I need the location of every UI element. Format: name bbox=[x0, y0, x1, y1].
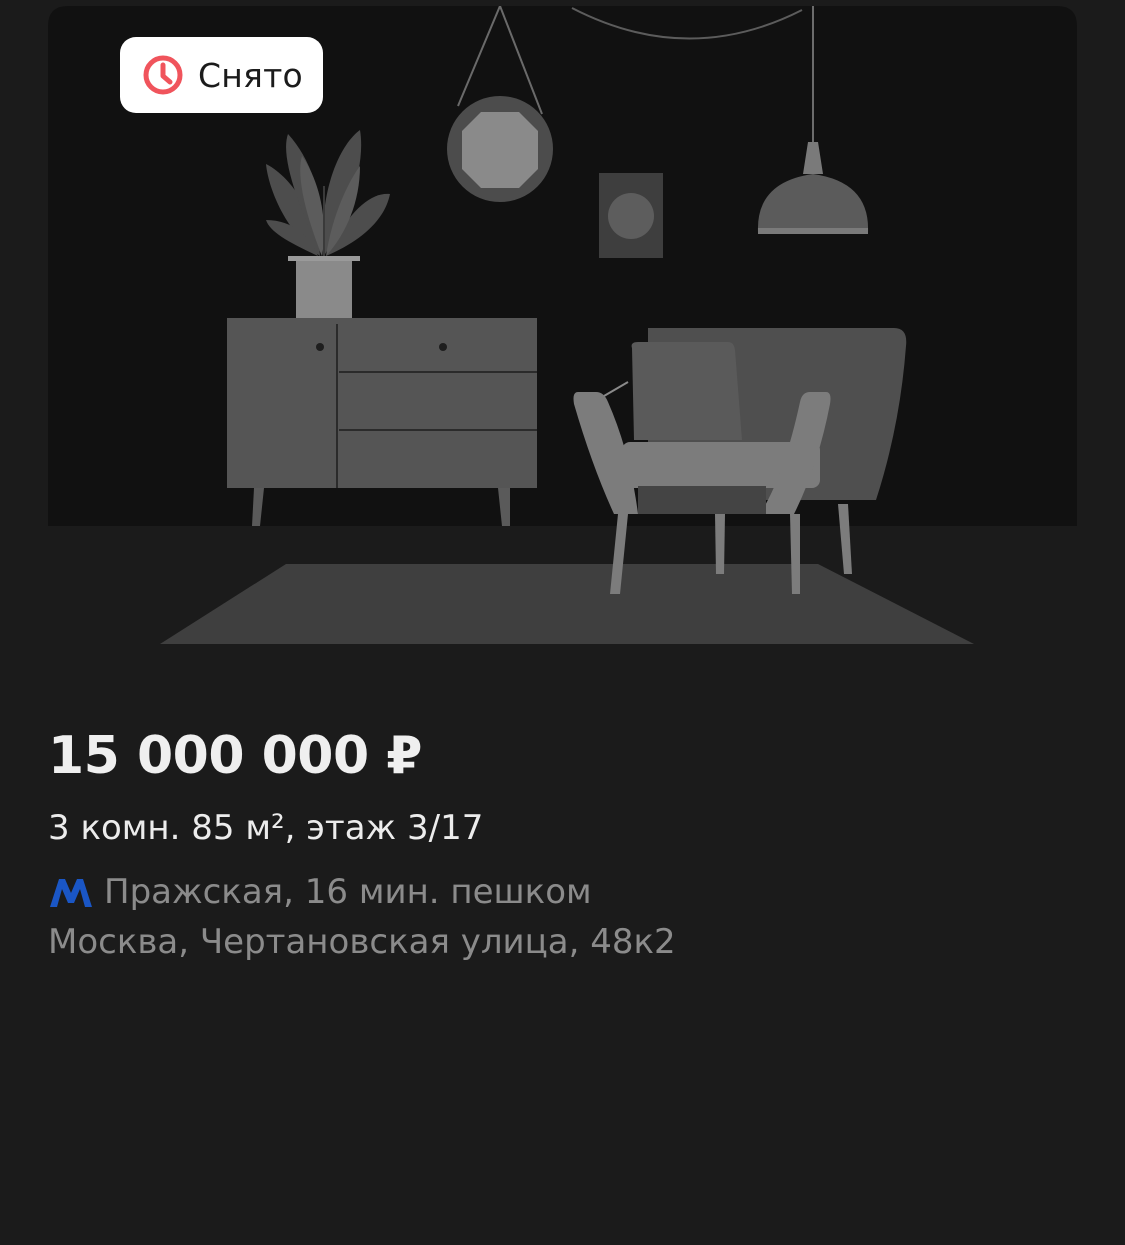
listing-address: Москва, Чертановская улица, 48к2 bbox=[48, 922, 676, 962]
metro-logo-icon bbox=[50, 879, 92, 907]
listing-price: 15 000 000 ₽ bbox=[48, 726, 422, 786]
metro-label: Пражская, 16 мин. пешком bbox=[104, 872, 592, 912]
status-badge: Снято bbox=[120, 37, 323, 113]
clock-icon bbox=[143, 55, 183, 95]
status-label: Снято bbox=[198, 55, 303, 95]
listing-params: 3 комн. 85 м², этаж 3/17 bbox=[48, 808, 484, 848]
metro-station: Пражская, 16 мин. пешком bbox=[48, 872, 592, 912]
listing-photo-placeholder[interactable]: Снято bbox=[48, 6, 1077, 646]
